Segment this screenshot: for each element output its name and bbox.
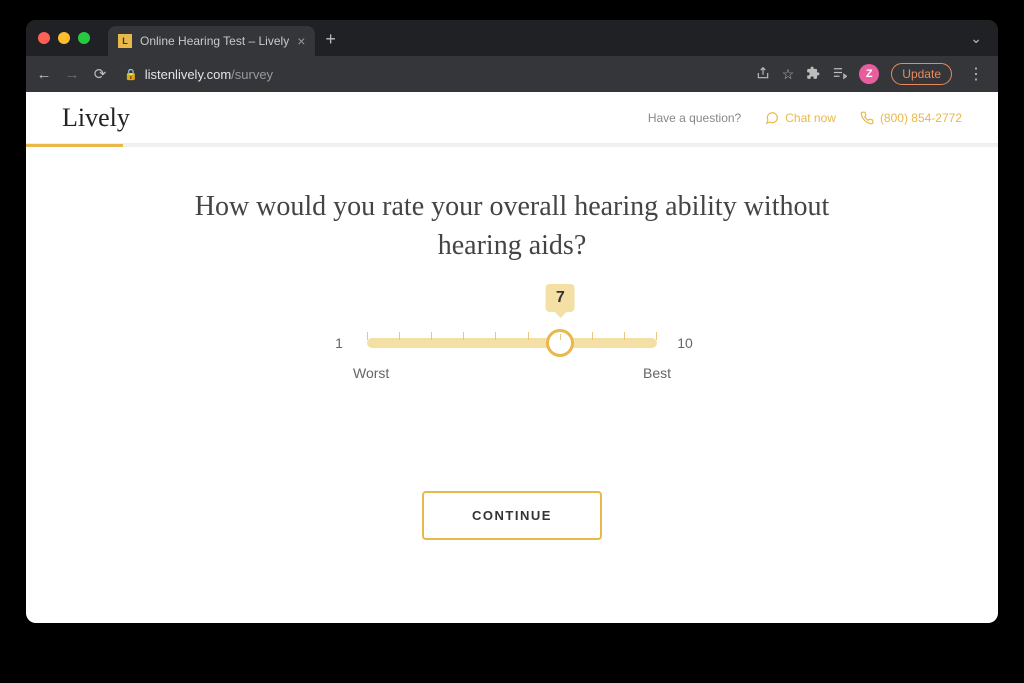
address-bar: ← → ⟳ 🔒 listenlively.com/survey ☆ Z Upda…	[26, 56, 998, 92]
chat-now-label: Chat now	[785, 111, 836, 125]
browser-tab[interactable]: L Online Hearing Test – Lively ×	[108, 26, 315, 56]
slider-track[interactable]: 7	[367, 338, 657, 348]
question-prompt: Have a question?	[648, 111, 741, 125]
continue-button[interactable]: CONTINUE	[422, 491, 602, 540]
minimize-window-button[interactable]	[58, 32, 70, 44]
rating-slider[interactable]: 1 7 10	[192, 335, 832, 351]
url-path: /survey	[231, 67, 273, 82]
update-button[interactable]: Update	[891, 63, 952, 85]
phone-icon	[860, 111, 874, 125]
site-header: Lively Have a question? Chat now (800) 8…	[26, 92, 998, 144]
browser-window: L Online Hearing Test – Lively × + ⌄ ← →…	[26, 20, 998, 623]
url-field[interactable]: 🔒 listenlively.com/survey	[124, 67, 273, 82]
chat-icon	[765, 111, 779, 125]
playlist-icon[interactable]	[832, 65, 847, 83]
page-content: Lively Have a question? Chat now (800) 8…	[26, 92, 998, 623]
tabbar-expand-icon[interactable]: ⌄	[970, 30, 988, 47]
slider-max-number: 10	[673, 335, 697, 351]
extensions-icon[interactable]	[806, 66, 820, 83]
tab-title: Online Hearing Test – Lively	[140, 34, 289, 48]
survey-container: How would you rate your overall hearing …	[192, 147, 832, 540]
reload-button[interactable]: ⟳	[92, 65, 108, 83]
favicon-icon: L	[118, 34, 132, 48]
bookmark-icon[interactable]: ☆	[782, 66, 795, 83]
slider-thumb[interactable]	[546, 329, 574, 357]
slider-best-label: Best	[643, 365, 671, 381]
back-button[interactable]: ←	[36, 66, 52, 83]
progress-fill	[26, 144, 123, 147]
new-tab-button[interactable]: +	[325, 30, 336, 48]
survey-question: How would you rate your overall hearing …	[192, 187, 832, 265]
phone-link[interactable]: (800) 854-2772	[860, 111, 962, 125]
slider-labels: Worst Best	[349, 365, 675, 381]
chat-now-link[interactable]: Chat now	[765, 111, 836, 125]
site-logo[interactable]: Lively	[62, 103, 130, 133]
maximize-window-button[interactable]	[78, 32, 90, 44]
tab-bar: L Online Hearing Test – Lively × + ⌄	[26, 20, 998, 56]
url-domain: listenlively.com	[145, 67, 231, 82]
slider-value-tooltip: 7	[546, 284, 575, 312]
share-icon[interactable]	[756, 66, 770, 83]
window-controls	[38, 32, 90, 44]
forward-button[interactable]: →	[64, 66, 80, 83]
slider-min-number: 1	[327, 335, 351, 351]
tab-close-button[interactable]: ×	[297, 33, 305, 49]
browser-menu-button[interactable]: ⋮	[964, 64, 988, 84]
close-window-button[interactable]	[38, 32, 50, 44]
slider-worst-label: Worst	[353, 365, 389, 381]
profile-avatar[interactable]: Z	[859, 64, 879, 84]
lock-icon: 🔒	[124, 68, 138, 81]
phone-number: (800) 854-2772	[880, 111, 962, 125]
